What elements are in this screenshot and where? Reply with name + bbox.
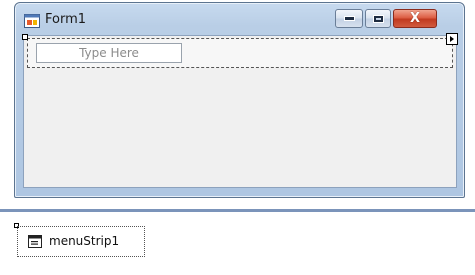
menu-type-here-input[interactable]: Type Here <box>36 43 182 63</box>
form-title: Form1 <box>45 12 87 27</box>
close-icon: X <box>409 11 421 26</box>
menustrip-icon <box>28 235 42 248</box>
tray-component-menustrip1[interactable]: menuStrip1 <box>17 226 145 257</box>
maximize-icon <box>372 14 384 23</box>
form-designer-window[interactable]: Form1 X Type Here <box>14 2 465 198</box>
close-button[interactable]: X <box>393 9 437 28</box>
minimize-icon <box>343 16 355 21</box>
form-icon <box>24 14 40 28</box>
form-title-bar: Form1 X <box>15 3 464 35</box>
minimize-button[interactable] <box>335 9 363 28</box>
form-client-area[interactable]: Type Here <box>23 33 458 188</box>
smart-tag-arrow-icon[interactable] <box>446 33 458 45</box>
maximize-button[interactable] <box>365 9 391 28</box>
tray-component-label: menuStrip1 <box>49 234 120 248</box>
form-resize-handle[interactable] <box>22 34 28 40</box>
menu-strip[interactable]: Type Here <box>27 33 458 68</box>
